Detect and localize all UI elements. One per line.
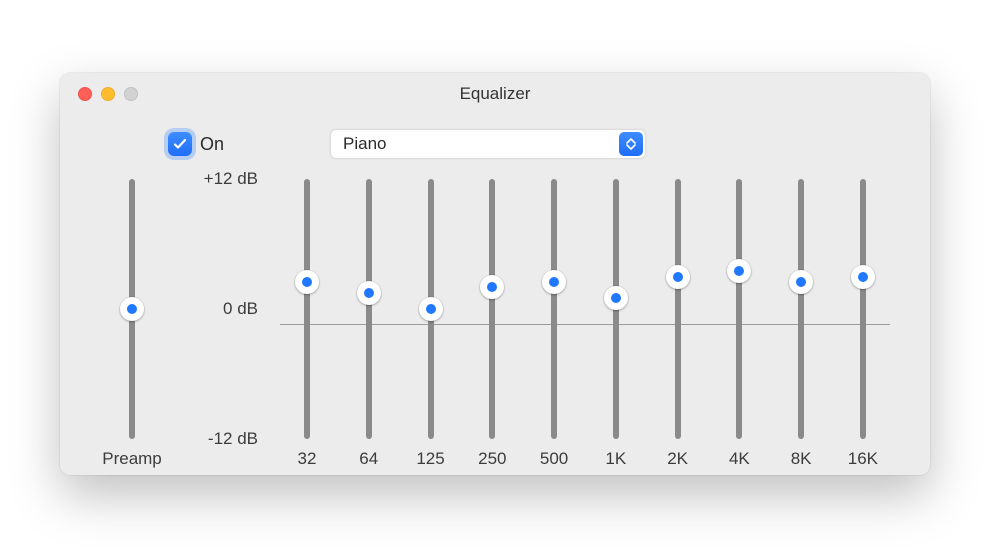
band-column-4K: 4K xyxy=(718,179,760,469)
preset-select[interactable]: Piano xyxy=(330,129,646,159)
band-freq-label: 1K xyxy=(605,449,626,469)
band-column-500: 500 xyxy=(533,179,575,469)
band-slider-64[interactable] xyxy=(359,179,379,439)
band-freq-label: 8K xyxy=(791,449,812,469)
band-thumb-32[interactable] xyxy=(295,270,319,294)
band-slider-4K[interactable] xyxy=(729,179,749,439)
band-freq-label: 16K xyxy=(848,449,878,469)
bands-box: 32 64 125 250 500 1K 2K 4K 8K 16K xyxy=(286,179,884,469)
titlebar[interactable]: Equalizer xyxy=(60,73,930,115)
band-thumb-2K[interactable] xyxy=(666,265,690,289)
band-column-8K: 8K xyxy=(780,179,822,469)
band-freq-label: 64 xyxy=(359,449,378,469)
band-thumb-500[interactable] xyxy=(542,270,566,294)
eq-on-checkbox[interactable]: On xyxy=(168,132,224,156)
band-column-1K: 1K xyxy=(595,179,637,469)
band-slider-2K[interactable] xyxy=(668,179,688,439)
scale-mid-label: 0 dB xyxy=(223,299,258,319)
band-column-32: 32 xyxy=(286,179,328,469)
band-freq-label: 125 xyxy=(416,449,444,469)
band-thumb-1K[interactable] xyxy=(604,286,628,310)
band-thumb-4K[interactable] xyxy=(727,259,751,283)
band-freq-label: 2K xyxy=(667,449,688,469)
band-thumb-125[interactable] xyxy=(419,297,443,321)
traffic-lights xyxy=(78,87,138,101)
scale-max-label: +12 dB xyxy=(204,169,258,189)
band-slider-1K[interactable] xyxy=(606,179,626,439)
zoom-icon[interactable] xyxy=(124,87,138,101)
eq-on-label: On xyxy=(200,134,224,155)
checkmark-icon xyxy=(168,132,192,156)
band-column-125: 125 xyxy=(410,179,452,469)
band-slider-8K[interactable] xyxy=(791,179,811,439)
chevron-up-down-icon xyxy=(619,132,643,156)
preamp-label: Preamp xyxy=(102,449,162,469)
band-freq-label: 32 xyxy=(298,449,317,469)
scale-min-label: -12 dB xyxy=(208,429,258,449)
window-title: Equalizer xyxy=(76,84,914,104)
band-column-2K: 2K xyxy=(657,179,699,469)
band-slider-32[interactable] xyxy=(297,179,317,439)
scale-column: +12 dB 0 dB -12 dB xyxy=(168,179,258,439)
band-column-64: 64 xyxy=(348,179,390,469)
band-freq-label: 500 xyxy=(540,449,568,469)
band-thumb-64[interactable] xyxy=(357,281,381,305)
band-slider-500[interactable] xyxy=(544,179,564,439)
band-slider-125[interactable] xyxy=(421,179,441,439)
band-thumb-16K[interactable] xyxy=(851,265,875,289)
band-column-16K: 16K xyxy=(842,179,884,469)
band-freq-label: 250 xyxy=(478,449,506,469)
preset-value: Piano xyxy=(331,134,386,154)
band-thumb-8K[interactable] xyxy=(789,270,813,294)
controls-row: On Piano xyxy=(60,115,930,167)
equalizer-window: Equalizer On Piano Preamp xyxy=(60,73,930,475)
preamp-slider[interactable] xyxy=(122,179,142,439)
band-thumb-250[interactable] xyxy=(480,275,504,299)
band-slider-16K[interactable] xyxy=(853,179,873,439)
eq-area: Preamp +12 dB 0 dB -12 dB 32 64 125 250 500 1… xyxy=(60,167,930,475)
preamp-column: Preamp xyxy=(96,179,168,469)
band-slider-250[interactable] xyxy=(482,179,502,439)
preamp-thumb[interactable] xyxy=(120,297,144,321)
minimize-icon[interactable] xyxy=(101,87,115,101)
band-freq-label: 4K xyxy=(729,449,750,469)
band-column-250: 250 xyxy=(471,179,513,469)
close-icon[interactable] xyxy=(78,87,92,101)
